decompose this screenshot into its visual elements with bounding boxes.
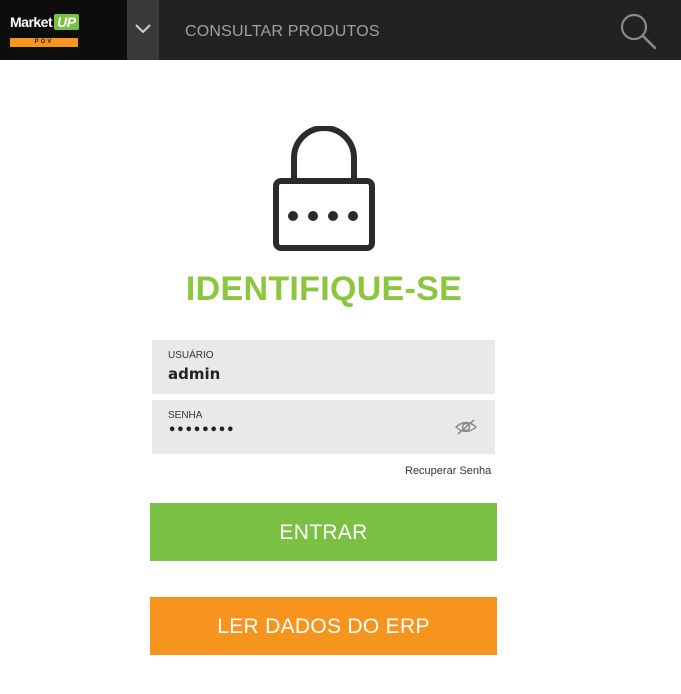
page-title: IDENTIFIQUE-SE [185, 270, 463, 308]
username-field[interactable]: USUÁRIO [152, 340, 495, 394]
eye-icon [454, 419, 478, 435]
read-erp-data-button[interactable]: LER DADOS DO ERP [150, 597, 497, 655]
chevron-down-icon [135, 24, 151, 34]
username-input[interactable] [168, 365, 438, 383]
logo-text: Market [10, 14, 53, 30]
username-label: USUÁRIO [168, 350, 214, 361]
logo[interactable]: Market UP POV [0, 0, 127, 60]
logo-badge: UP [54, 14, 79, 30]
logo-subtitle: POV [10, 38, 78, 47]
enter-button[interactable]: ENTRAR [150, 503, 497, 561]
lock-icon [272, 125, 376, 257]
search-icon [620, 13, 657, 50]
menu-toggle-button[interactable] [127, 0, 159, 60]
show-password-toggle[interactable] [454, 418, 478, 436]
password-input[interactable] [168, 423, 438, 438]
logo-wordmark: Market UP [10, 14, 79, 30]
password-field[interactable]: SENHA [152, 400, 495, 454]
recover-password-link[interactable]: Recuperar Senha [405, 465, 491, 477]
search-button[interactable] [618, 12, 658, 50]
nav-title-consultar-produtos[interactable]: CONSULTAR PRODUTOS [185, 23, 380, 41]
top-navbar: Market UP POV CONSULTAR PRODUTOS [0, 0, 681, 60]
password-label: SENHA [168, 410, 203, 421]
